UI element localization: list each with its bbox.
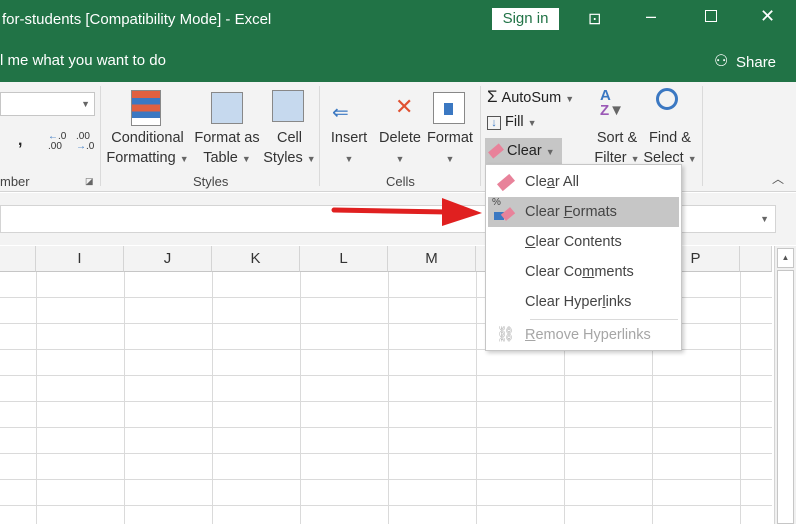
- insert-cells-icon: ⇐: [332, 102, 349, 124]
- clear-formats-icon: %: [492, 197, 501, 208]
- menu-item-clear-hyperlinks[interactable]: Clear Hyperlinks: [488, 287, 679, 317]
- menu-item-clear-comments[interactable]: Clear Comments: [488, 257, 679, 287]
- comma-style-button[interactable]: ,: [18, 132, 22, 150]
- menu-item-clear-contents[interactable]: Clear Contents: [488, 227, 679, 257]
- column-header[interactable]: J: [124, 246, 212, 272]
- column-header[interactable]: M: [388, 246, 476, 272]
- column-header[interactable]: I: [36, 246, 124, 272]
- window-title: for-students [Compatibility Mode] - Exce…: [2, 11, 272, 28]
- column-header-h[interactable]: [0, 246, 36, 272]
- share-icon: ⚇: [714, 53, 729, 70]
- sign-in-button[interactable]: Sign in: [492, 8, 559, 30]
- fill-button[interactable]: ↓ Fill ▼: [487, 114, 537, 134]
- clear-button[interactable]: Clear ▼: [485, 138, 562, 164]
- close-icon[interactable]: ✕: [760, 6, 775, 27]
- decrease-decimal-button[interactable]: .00 →.0: [76, 132, 94, 152]
- styles-group-label: Styles: [193, 174, 229, 189]
- fill-down-icon: ↓: [487, 116, 501, 130]
- column-header[interactable]: [740, 246, 772, 272]
- menu-item-clear-formats[interactable]: % Clear Formats: [488, 197, 679, 227]
- dialog-launcher-icon[interactable]: ◪: [85, 176, 94, 187]
- collapse-ribbon-icon[interactable]: ︿: [772, 170, 784, 187]
- number-group-label: mber: [0, 174, 30, 189]
- format-cells-icon: [433, 92, 465, 124]
- column-header[interactable]: L: [300, 246, 388, 272]
- scroll-up-icon[interactable]: ▲: [777, 248, 794, 268]
- red-arrow-annotation: [331, 198, 482, 226]
- menu-item-clear-all[interactable]: Clear All: [488, 167, 679, 197]
- minimize-icon[interactable]: –: [646, 6, 656, 27]
- unlink-icon: ⛓: [496, 326, 516, 343]
- share-button[interactable]: Share: [736, 54, 776, 71]
- clear-dropdown-menu: Clear All % Clear Formats Clear Contents …: [485, 164, 682, 351]
- title-bar: for-students [Compatibility Mode] - Exce…: [0, 0, 796, 40]
- format-button[interactable]: Format ▼: [425, 86, 475, 172]
- eraser-icon: [496, 173, 516, 192]
- insert-button[interactable]: ⇐ Insert ▼: [326, 86, 372, 172]
- tell-me-bar: l me what you want to do ⚇ Share: [0, 40, 796, 82]
- cell-styles-icon: [272, 90, 304, 122]
- magnifier-icon: [656, 88, 678, 110]
- menu-item-remove-hyperlinks: ⛓ Remove Hyperlinks: [488, 320, 679, 350]
- maximize-icon[interactable]: [705, 10, 717, 22]
- tell-me-input[interactable]: l me what you want to do: [0, 52, 166, 69]
- cells-group-label: Cells: [386, 174, 415, 189]
- sort-filter-icon: A Z▼: [600, 87, 625, 119]
- delete-button[interactable]: ✕ Delete ▼: [375, 86, 425, 172]
- sigma-icon: Σ: [487, 87, 498, 106]
- number-format-dropdown[interactable]: ▼: [0, 92, 95, 116]
- eraser-icon: [488, 143, 504, 159]
- scrollbar-thumb[interactable]: [777, 270, 794, 524]
- cell-styles-button[interactable]: Cell Styles ▼: [262, 86, 317, 172]
- vertical-scrollbar[interactable]: ▲: [774, 246, 796, 524]
- column-header[interactable]: K: [212, 246, 300, 272]
- find-select-button[interactable]: Find & Select ▼: [642, 86, 698, 172]
- conditional-formatting-button[interactable]: Conditional Formatting ▼: [105, 86, 190, 172]
- ribbon-display-options-icon[interactable]: ⊡: [588, 9, 601, 29]
- conditional-formatting-icon: [131, 90, 161, 126]
- format-table-icon: [211, 92, 243, 124]
- sort-filter-button[interactable]: A Z▼ Sort & Filter ▼: [592, 86, 642, 172]
- autosum-button[interactable]: Σ AutoSum ▼: [487, 87, 574, 107]
- delete-cells-icon: ✕: [395, 94, 414, 119]
- increase-decimal-button[interactable]: ←.0.00: [48, 132, 66, 152]
- format-as-table-button[interactable]: Format as Table ▼: [191, 86, 263, 172]
